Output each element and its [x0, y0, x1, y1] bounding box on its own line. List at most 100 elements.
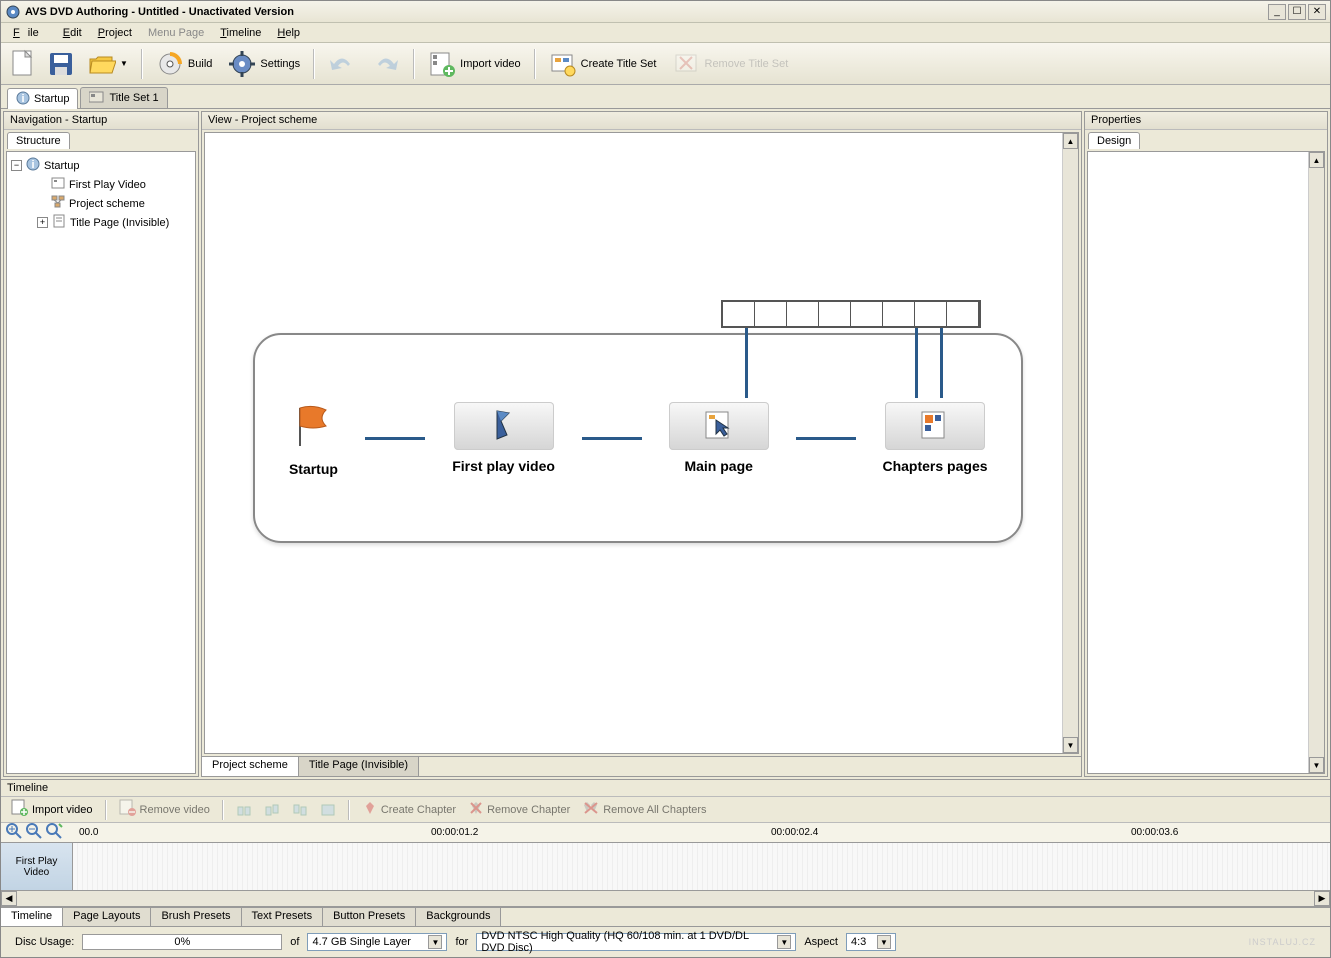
tree-label: Project scheme	[69, 198, 145, 210]
navigation-panel: Navigation - Startup Structure − i Start…	[3, 111, 199, 777]
view-tab-scheme[interactable]: Project scheme	[202, 757, 299, 776]
menu-menupage[interactable]: Menu Page	[140, 25, 212, 41]
new-button[interactable]	[5, 46, 41, 82]
tl-time-2: 00:00:02.4	[771, 827, 818, 838]
expand-icon[interactable]: +	[37, 217, 48, 228]
redo-button[interactable]	[365, 46, 407, 82]
view-title: View - Project scheme	[202, 112, 1081, 130]
open-button[interactable]: ▼	[81, 46, 135, 82]
zoom-out-icon[interactable]	[25, 822, 43, 843]
connector-line	[745, 328, 748, 398]
app-icon	[5, 4, 21, 20]
btab-backgrounds[interactable]: Backgrounds	[416, 908, 501, 926]
maximize-button[interactable]: ☐	[1288, 4, 1306, 20]
build-label: Build	[188, 58, 212, 70]
tl-create-chapter-label: Create Chapter	[381, 804, 456, 816]
menu-edit[interactable]: Edit	[55, 25, 90, 41]
tl-align3[interactable]	[288, 801, 312, 819]
menu-help[interactable]: Help	[269, 25, 308, 41]
aspect-value: 4:3	[851, 936, 873, 948]
tree-node-scheme[interactable]: Project scheme	[11, 194, 191, 213]
scroll-left-icon[interactable]: ◀	[1, 891, 17, 906]
tab-titleset1-label: Title Set 1	[109, 92, 158, 104]
collapse-icon[interactable]: −	[11, 160, 22, 171]
timeline-ruler[interactable]: 00.0 00:00:01.2 00:00:02.4 00:00:03.6	[1, 823, 1330, 843]
create-titleset-label: Create Title Set	[581, 58, 657, 70]
minimize-button[interactable]: _	[1268, 4, 1286, 20]
btab-timeline[interactable]: Timeline	[1, 908, 63, 926]
tab-startup[interactable]: i Startup	[7, 88, 78, 109]
tl-import-video-button[interactable]: Import video	[7, 797, 97, 822]
view-tabs: Project scheme Title Page (Invisible)	[202, 756, 1081, 776]
undo-button[interactable]	[321, 46, 363, 82]
tl-align1[interactable]	[232, 801, 256, 819]
tl-remove-all-chapters-button[interactable]: Remove All Chapters	[578, 798, 710, 821]
close-button[interactable]: ✕	[1308, 4, 1326, 20]
tl-remove-all-label: Remove All Chapters	[603, 804, 706, 816]
tree-label: Title Page (Invisible)	[70, 217, 169, 229]
dropdown-icon: ▼	[877, 935, 891, 949]
disc-size-select[interactable]: 4.7 GB Single Layer▼	[307, 933, 447, 951]
remove-titleset-button[interactable]: Remove Title Set	[666, 46, 796, 82]
titleset-icon	[89, 90, 105, 107]
track-body[interactable]	[73, 843, 1330, 890]
scroll-right-icon[interactable]: ▶	[1314, 891, 1330, 906]
menu-timeline[interactable]: Timeline	[212, 25, 269, 41]
undo-icon	[328, 50, 356, 78]
tl-align2[interactable]	[260, 801, 284, 819]
view-scrollbar[interactable]: ▲▼	[1062, 133, 1078, 753]
tl-remove-chapter-label: Remove Chapter	[487, 804, 570, 816]
page-icon	[52, 214, 66, 231]
btab-text[interactable]: Text Presets	[242, 908, 324, 926]
settings-button[interactable]: Settings	[221, 46, 307, 82]
menu-project[interactable]: Project	[90, 25, 140, 41]
tl-import-label: Import video	[32, 804, 93, 816]
btab-pagelayouts[interactable]: Page Layouts	[63, 908, 151, 926]
settings-label: Settings	[260, 58, 300, 70]
tree-node-startup[interactable]: − i Startup	[11, 156, 191, 175]
save-button[interactable]	[43, 46, 79, 82]
connector-line	[365, 437, 425, 440]
props-scrollbar[interactable]: ▲▼	[1308, 152, 1324, 773]
scheme-startup: Startup	[288, 400, 338, 477]
connector-line	[582, 437, 642, 440]
tl-create-chapter-button[interactable]: Create Chapter	[358, 798, 460, 821]
btab-brush[interactable]: Brush Presets	[151, 908, 241, 926]
zoom-fit-icon[interactable]	[45, 822, 63, 843]
timeline-title: Timeline	[1, 780, 1330, 797]
build-button[interactable]: Build	[149, 46, 219, 82]
timeline-toolbar: Import video Remove video Create Chapter…	[1, 797, 1330, 823]
tree-node-titlepage[interactable]: + Title Page (Invisible)	[11, 213, 191, 232]
scheme-chapters: Chapters pages	[882, 402, 987, 474]
for-label: for	[455, 936, 468, 948]
tab-titleset1[interactable]: Title Set 1	[80, 87, 167, 108]
disc-usage-label: Disc Usage:	[15, 936, 74, 948]
tl-time-3: 00:00:03.6	[1131, 827, 1178, 838]
quality-select[interactable]: DVD NTSC High Quality (HQ 60/108 min. at…	[476, 933, 796, 951]
new-file-icon	[10, 50, 36, 78]
view-tab-titlepage[interactable]: Title Page (Invisible)	[299, 757, 419, 776]
watermark: INSTALUJ.CZ	[1249, 937, 1316, 947]
import-video-button[interactable]: Import video	[421, 46, 528, 82]
tl-remove-video-label: Remove video	[140, 804, 210, 816]
scheme-firstplay: First play video	[452, 402, 555, 474]
tl-align4[interactable]	[316, 801, 340, 819]
gear-icon	[228, 50, 256, 78]
btab-button[interactable]: Button Presets	[323, 908, 416, 926]
aspect-select[interactable]: 4:3 ▼	[846, 933, 896, 951]
tree-node-firstplay[interactable]: First Play Video	[11, 175, 191, 194]
create-titleset-button[interactable]: Create Title Set	[542, 46, 664, 82]
timeline-track[interactable]: First Play Video	[1, 843, 1330, 891]
zoom-in-icon[interactable]	[5, 822, 23, 843]
tl-remove-video-button[interactable]: Remove video	[115, 797, 214, 822]
timeline-hscroll[interactable]: ◀ ▶	[1, 891, 1330, 907]
aspect-label: Aspect	[804, 936, 838, 948]
import-video-icon	[11, 799, 29, 820]
save-icon	[48, 50, 74, 78]
nav-structure-tab[interactable]: Structure	[7, 132, 70, 149]
track-label: First Play Video	[1, 843, 73, 890]
menubar: File Edit Project Menu Page Timeline Hel…	[1, 23, 1330, 43]
menu-file[interactable]: File	[5, 25, 55, 41]
props-design-tab[interactable]: Design	[1088, 132, 1140, 149]
tl-remove-chapter-button[interactable]: Remove Chapter	[464, 798, 574, 821]
